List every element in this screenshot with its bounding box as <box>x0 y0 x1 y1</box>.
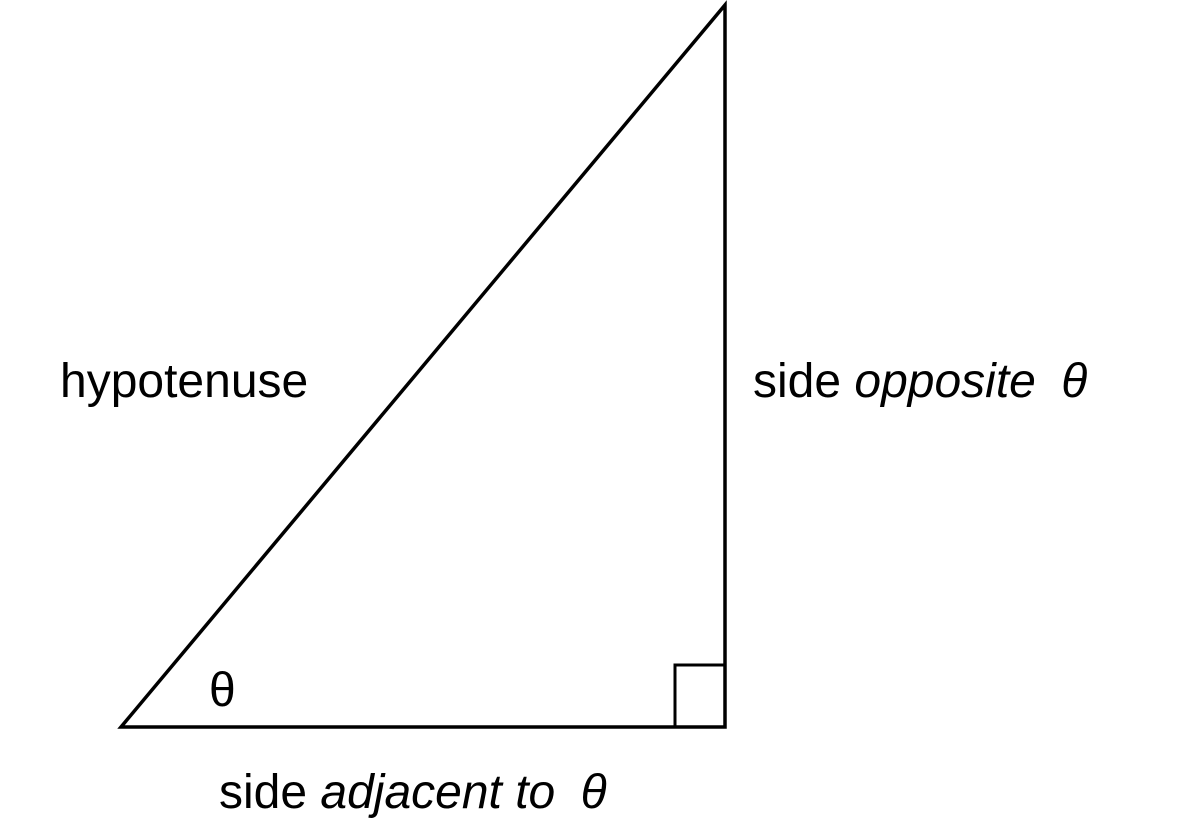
adjacent-word: adjacent to <box>320 766 555 819</box>
adjacent-theta: θ <box>581 766 607 819</box>
right-triangle-diagram: hypotenuse side opposite θ side adjacent… <box>60 0 1087 819</box>
right-angle-marker <box>673 663 725 727</box>
adjacent-prefix: side <box>219 766 320 819</box>
adjacent-side-label: side adjacent to θ <box>219 766 607 819</box>
opposite-prefix: side <box>753 355 854 408</box>
opposite-side-label: side opposite θ <box>753 355 1087 408</box>
angle-theta-label: θ <box>209 664 236 717</box>
opposite-word: opposite <box>854 355 1035 408</box>
hypotenuse-label: hypotenuse <box>60 355 308 408</box>
opposite-theta: θ <box>1061 355 1087 408</box>
